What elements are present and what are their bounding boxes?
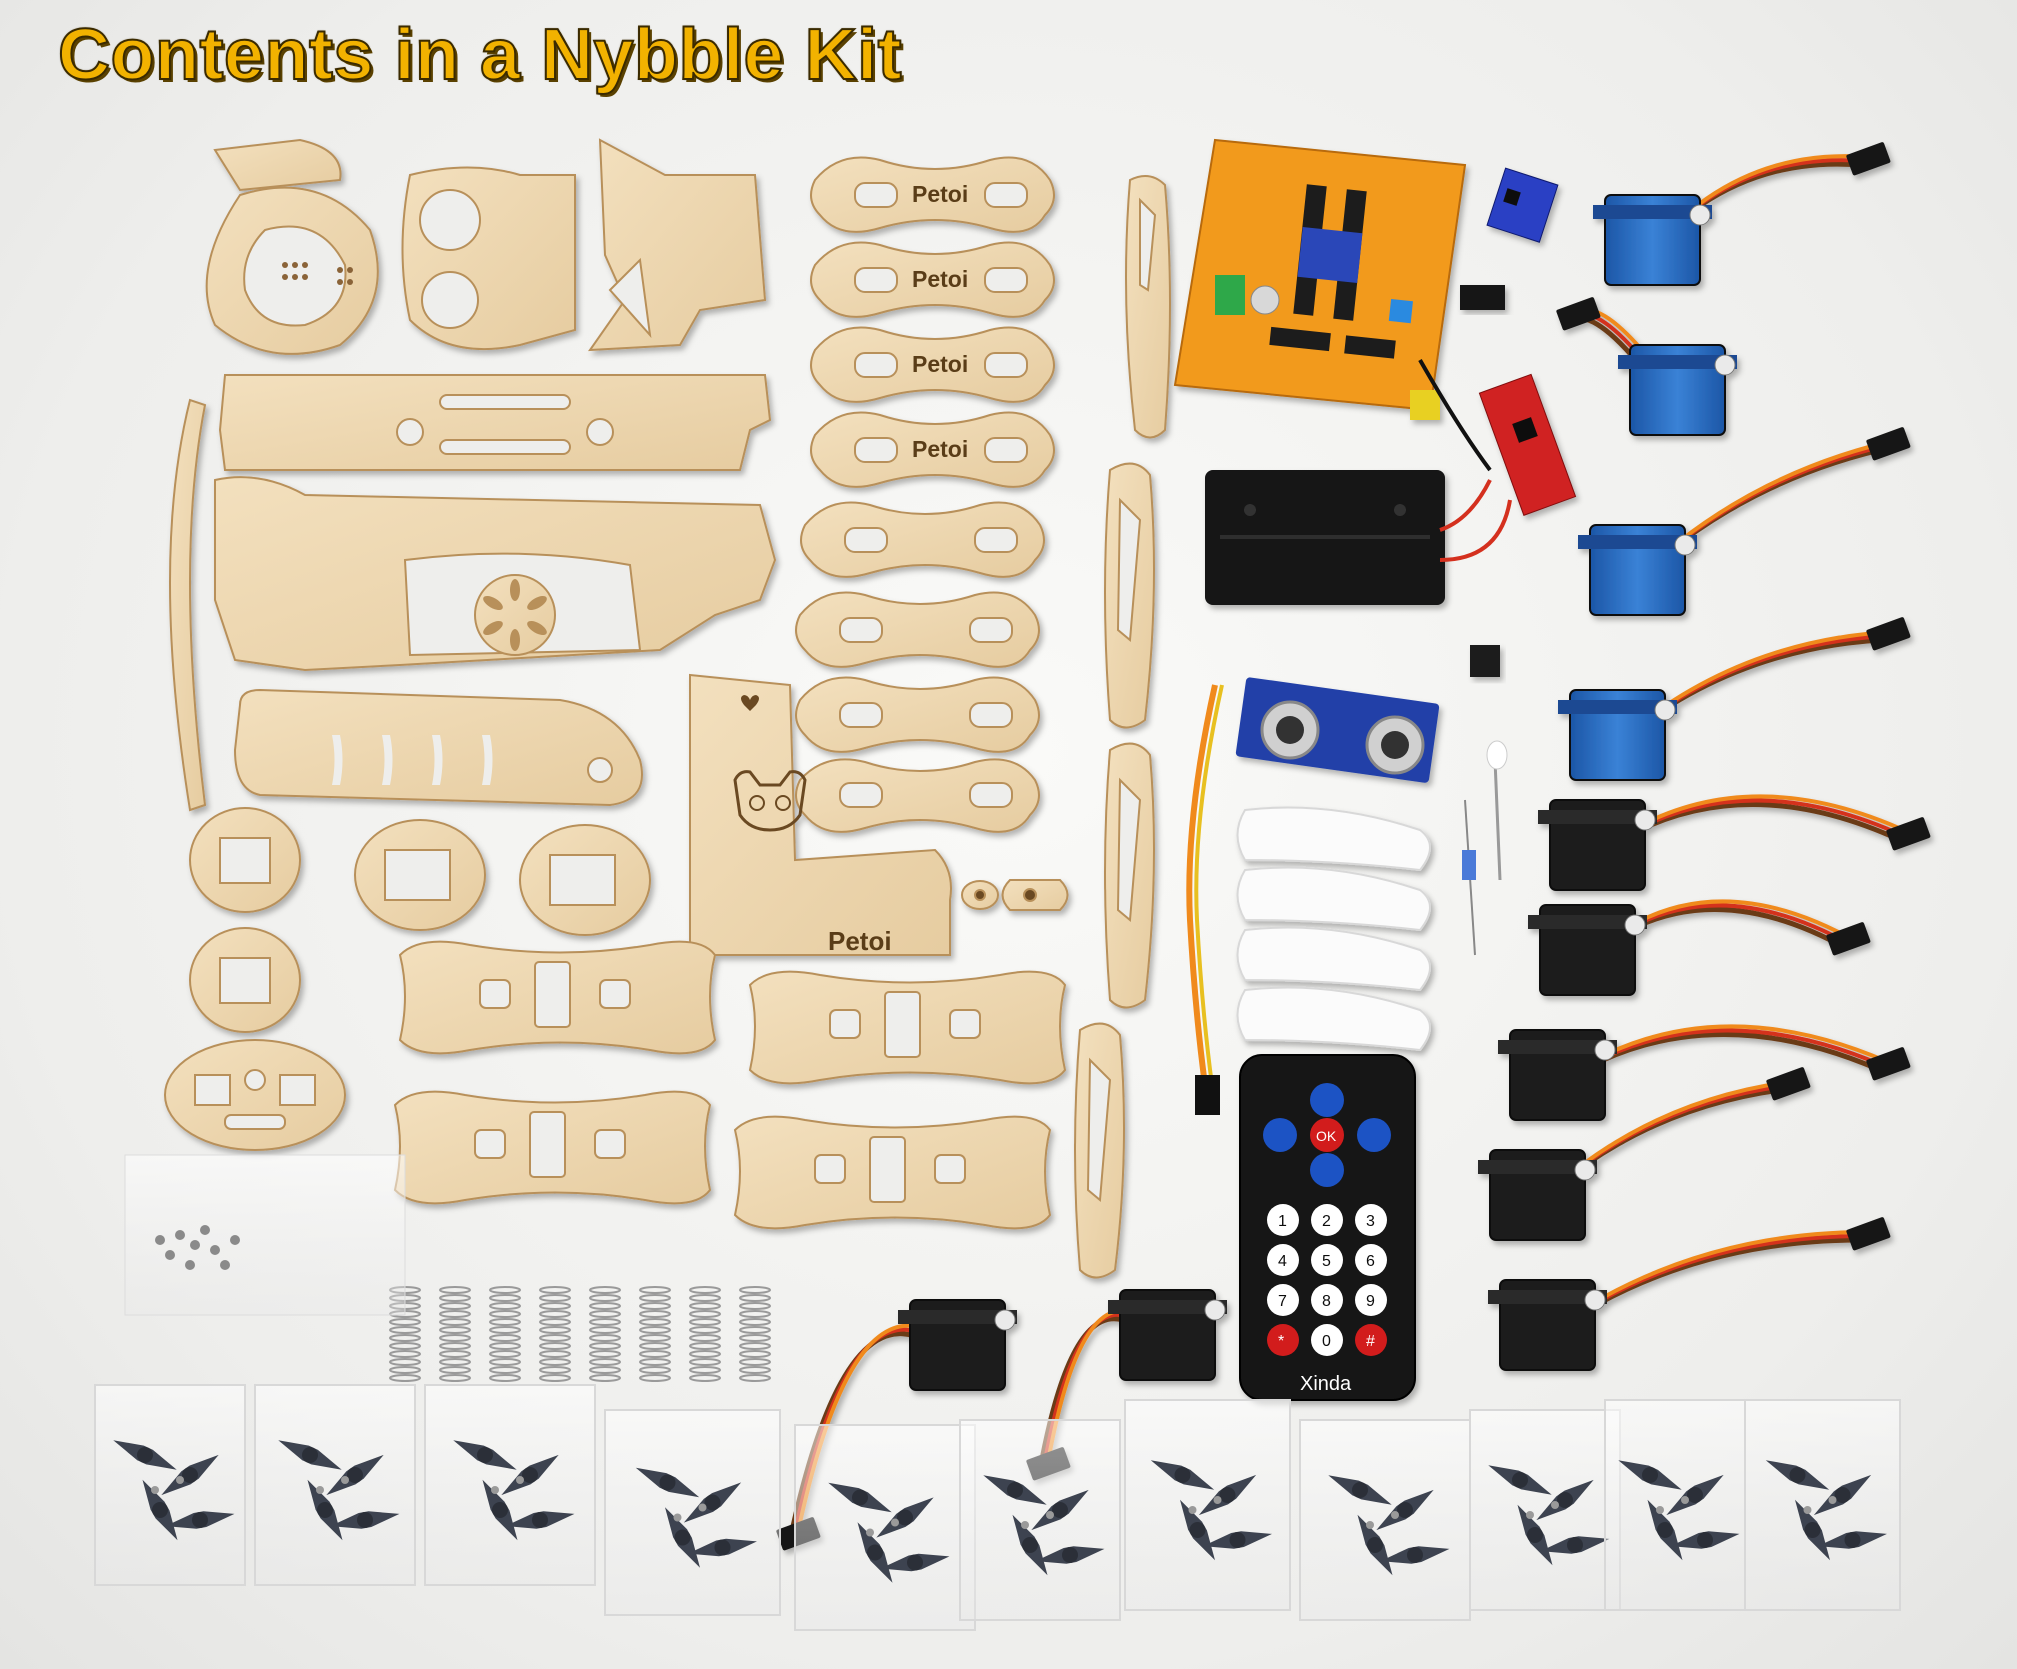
leg-plate-8	[795, 758, 1040, 833]
horn-bag-11	[1744, 1399, 1901, 1611]
remote-key-label: 5	[1322, 1253, 1331, 1270]
petoi-engraving-3: Petoi	[912, 351, 968, 377]
spring-6	[639, 1286, 671, 1382]
remote-key-label: 2	[1322, 1213, 1331, 1230]
face-plate-part	[401, 166, 576, 351]
remote-left-button	[1263, 1118, 1297, 1152]
remote-key-label: 7	[1278, 1293, 1287, 1310]
chest-plate-4	[733, 1115, 1052, 1230]
remote-key-label: 0	[1322, 1333, 1331, 1350]
rubber-foot-pads	[1236, 806, 1431, 1052]
remote-key-label: 6	[1366, 1253, 1375, 1270]
remote-key-label: 9	[1366, 1293, 1375, 1310]
micro-servo-3	[1578, 427, 1911, 616]
ir-remote: OK 1 2 3 4 5 6 7 8 9 * 0 # Xinda	[1239, 1054, 1416, 1401]
servo-ring-1	[189, 807, 301, 913]
remote-key-label: 8	[1322, 1293, 1331, 1310]
main-controller-board	[1173, 138, 1467, 420]
horn-bag-3	[424, 1384, 596, 1586]
wood-parts	[164, 138, 1171, 1279]
horn-bag-7	[1124, 1399, 1291, 1611]
horn-bag-6	[959, 1419, 1121, 1621]
petoi-engraving-5: Petoi	[828, 926, 892, 956]
leg-bone-1	[1125, 175, 1171, 439]
petoi-engraving-2: Petoi	[912, 266, 968, 292]
servo-mount-part	[164, 1039, 346, 1151]
neck-plate-part	[588, 138, 767, 352]
servo-ring-4	[189, 927, 301, 1033]
micro-servo-1	[1593, 142, 1891, 286]
spring-layer	[389, 1286, 771, 1382]
leg-bone-4	[1074, 1022, 1125, 1279]
horn-bag-10	[1604, 1399, 1746, 1611]
usb-uart-adapter	[1478, 373, 1577, 516]
spring-4	[539, 1286, 571, 1382]
kit-photo: Petoi Petoi Petoi Petoi Petoi OK 1 2 34 …	[94, 138, 1931, 1631]
leg-bone-2	[1104, 462, 1155, 729]
small-wood-bushings	[961, 879, 1069, 911]
spring-8	[739, 1286, 771, 1382]
leg-bone-3	[1104, 742, 1155, 1009]
micro-servo-4	[1558, 617, 1911, 781]
header-pins	[1460, 285, 1505, 310]
horn-bag-5	[794, 1424, 976, 1631]
remote-ok-label: OK	[1316, 1128, 1337, 1144]
rgb-led	[1493, 759, 1502, 881]
head-ring-part	[205, 138, 379, 355]
chest-plate-2	[748, 970, 1067, 1085]
tail-strip-part	[169, 398, 207, 812]
remote-key-label: 4	[1278, 1253, 1287, 1270]
spring-7	[689, 1286, 721, 1382]
spring-2	[439, 1286, 471, 1382]
chest-plate-1	[398, 940, 717, 1055]
leg-plate-7	[795, 676, 1040, 753]
micro-servo-5	[1538, 794, 1931, 891]
remote-up-button	[1310, 1083, 1344, 1117]
horn-bag-2	[254, 1384, 416, 1586]
servo-ring-2	[354, 819, 486, 931]
remote-key-label: #	[1366, 1333, 1375, 1350]
remote-key-label: 1	[1278, 1213, 1287, 1230]
body-plate-middle	[214, 476, 777, 672]
imu-sensor-board	[1486, 167, 1559, 243]
chest-plate-3	[393, 1090, 712, 1205]
leg-plate-5	[800, 501, 1045, 578]
leg-plate-6	[795, 591, 1040, 668]
micro-servo-2	[1556, 297, 1737, 436]
horn-bag-9	[1469, 1409, 1621, 1611]
remote-right-button	[1357, 1118, 1391, 1152]
battery-holder	[1205, 470, 1445, 605]
power-switch	[1470, 645, 1500, 677]
slotted-plate-part	[233, 688, 643, 807]
remote-key-label: *	[1278, 1333, 1284, 1350]
remote-brand: Xinda	[1300, 1373, 1352, 1395]
spring-3	[489, 1286, 521, 1382]
jumper-connector	[1195, 1075, 1220, 1115]
photo-stage: Contents in a Nybble Kit Petoi Petoi Pet…	[0, 0, 2017, 1669]
horn-bag-1	[94, 1384, 246, 1586]
screw-bag	[124, 1154, 406, 1316]
spring-5	[589, 1286, 621, 1382]
remote-key-label: 3	[1366, 1213, 1375, 1230]
body-plate-top	[218, 374, 772, 471]
micro-servo-6	[1528, 899, 1871, 996]
servo-ring-3	[519, 824, 651, 936]
horn-bag-4	[604, 1409, 781, 1616]
horn-bag-layer	[94, 1384, 1901, 1631]
horn-bag-8	[1299, 1419, 1471, 1621]
remote-down-button	[1310, 1153, 1344, 1187]
petoi-engraving-4: Petoi	[912, 436, 968, 462]
ultrasonic-sensor	[1235, 677, 1440, 783]
battery-wires	[1439, 479, 1512, 562]
petoi-engraving-1: Petoi	[912, 181, 968, 207]
